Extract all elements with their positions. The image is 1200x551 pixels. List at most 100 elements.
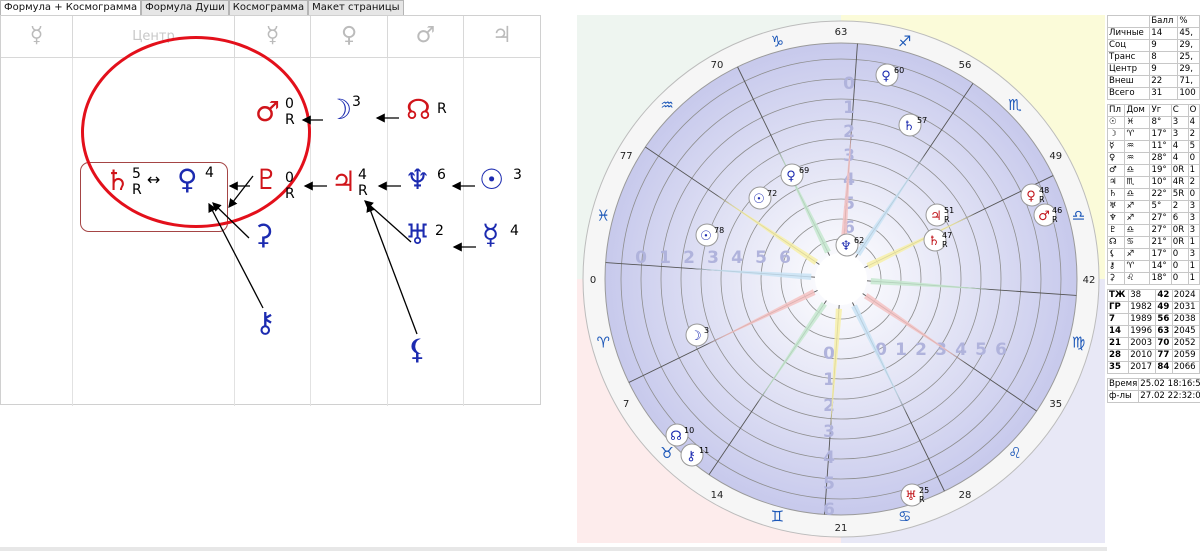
table-cell: ⚷	[1106, 260, 1126, 273]
saturn-icon[interactable]: ♄	[105, 167, 130, 195]
table-row: ГР 1982 49 2031	[1106, 301, 1200, 314]
column-header-mercury: ☿	[1, 16, 73, 58]
table-cell: 1982	[1128, 301, 1157, 314]
table-cell: 77	[1155, 349, 1173, 362]
table-row: Центр 9 29,	[1106, 63, 1200, 76]
scale-label-right: 2	[915, 340, 927, 360]
table-cell: Балл	[1149, 15, 1179, 28]
table-row: ☉ ♓ 8° 3 4	[1106, 116, 1200, 129]
table-cell: ♐	[1124, 212, 1151, 225]
zodiac-sign-icon: ♊	[771, 508, 784, 526]
table-cell: 6	[1170, 212, 1189, 225]
degree-label: 0	[590, 275, 596, 286]
zodiac-sign-icon: ♐	[898, 32, 911, 50]
tab-formula-cosmogram[interactable]: Формула + Космограмма	[0, 0, 142, 15]
table-cell: 4	[1187, 116, 1200, 129]
scale-label-down: 0	[823, 344, 835, 364]
venus-icon[interactable]: ♀	[177, 166, 198, 194]
column-header-mars: ♂	[388, 16, 464, 58]
stats-panel: Балл % Личные 14 45, Соц 9 29, Транс 8 25, Центр 9…	[1106, 15, 1200, 551]
table-cell: 22°	[1149, 188, 1172, 201]
table-cell: 0	[1170, 248, 1189, 261]
chiron-icon[interactable]: ⚷	[255, 309, 276, 337]
planet-icon: ♄	[928, 234, 940, 249]
table-cell: ТЖ	[1106, 289, 1130, 302]
table-cell: 17°	[1149, 128, 1172, 141]
table-cell: 0R	[1170, 164, 1189, 177]
status-bar	[0, 547, 1107, 551]
table-cell: 14	[1149, 27, 1179, 40]
table-row: 28 2010 77 2059	[1106, 349, 1200, 362]
table-cell: 7	[1106, 313, 1130, 326]
table-row: ☊ ♋ 21° 0R 1	[1106, 236, 1200, 249]
degree-label: 49	[1049, 151, 1062, 162]
tab-soul-formula[interactable]: Формула Души	[141, 0, 229, 15]
planets-table: Пл Дом Уг С О ☉ ♓ 8° 3 4 ☽ ♈ 17° 3 2 ☿ ♒ 11° 4 5 ♀ ♒ 28° 4…	[1106, 104, 1200, 285]
table-cell: Дом	[1124, 104, 1151, 117]
table-cell: 17°	[1149, 248, 1172, 261]
uranus-icon[interactable]: ♅	[405, 221, 430, 249]
table-cell: 10°	[1149, 176, 1172, 189]
table-cell: 49	[1155, 301, 1173, 314]
table-cell: 21	[1106, 337, 1130, 350]
table-row: ф-лы 27.02 22:32:00	[1106, 390, 1200, 403]
cosmogram-wheel[interactable]: 6356494235282114707770 ♐♏♎♍♌♋♊♉♈♓♒♑ 0000…	[577, 15, 1105, 543]
column-divider	[463, 58, 464, 406]
table-cell: 29,	[1177, 39, 1200, 52]
table-cell: 3	[1170, 116, 1189, 129]
degree-label: 56	[959, 60, 972, 71]
score-table: Балл % Личные 14 45, Соц 9 29, Транс 8 25, Центр 9…	[1106, 15, 1200, 100]
planet-degree: 72	[767, 189, 777, 198]
table-row: Транс 8 25,	[1106, 51, 1200, 64]
table-cell: 100	[1177, 87, 1200, 100]
table-cell: ♎	[1124, 224, 1151, 237]
planet-degree: 46	[1052, 206, 1062, 215]
moon-icon[interactable]: ☽	[327, 96, 352, 124]
table-row: Соц 9 29,	[1106, 39, 1200, 52]
planet-icon: ♂	[1038, 209, 1050, 224]
mars-icon[interactable]: ♂	[255, 98, 280, 126]
table-cell: ГР	[1106, 301, 1130, 314]
mars-retro: R	[285, 112, 295, 128]
table-cell: 1989	[1128, 313, 1157, 326]
jupiter-retro: R	[358, 183, 368, 199]
column-divider	[310, 58, 311, 406]
degree-label: 28	[959, 490, 972, 501]
table-cell: 1	[1187, 236, 1200, 249]
formula-panel: ☿ Центр ☿ ♀ ♂ ♃ ♂ 0 R ☽ 3 ☊ R ♄ 5 R ↔ ♀ …	[0, 15, 541, 406]
ceres-icon[interactable]: ⚳	[253, 221, 274, 249]
scale-label-up: 0	[843, 74, 855, 94]
table-cell: ♃	[1106, 176, 1126, 189]
mercury-icon[interactable]: ☿	[482, 221, 499, 249]
planet-degree: 25	[919, 486, 929, 495]
table-header-row: Пл Дом Уг С О	[1106, 104, 1200, 117]
tab-bar: Формула + Космограмма Формула Души Космо…	[0, 0, 404, 15]
neptune-score: 6	[437, 167, 446, 183]
table-cell: ♂	[1106, 164, 1126, 177]
table-cell: 42	[1155, 289, 1173, 302]
table-row: 21 2003 70 2052	[1106, 337, 1200, 350]
north-node-icon[interactable]: ☊	[406, 96, 431, 124]
planet-icon: ☊	[670, 429, 682, 444]
table-row: 35 2017 84 2066	[1106, 361, 1200, 374]
planet-degree: 62	[854, 236, 864, 245]
table-cell: 2066	[1171, 361, 1200, 374]
highlight-circle	[81, 36, 311, 228]
lilith-icon[interactable]: ⚸	[407, 336, 428, 364]
pluto-icon[interactable]: ♇	[254, 166, 279, 194]
tab-page-layout[interactable]: Макет страницы	[308, 0, 404, 15]
tab-cosmogram[interactable]: Космограмма	[228, 0, 309, 15]
table-cell: 2	[1170, 200, 1189, 213]
table-cell: 3	[1187, 200, 1200, 213]
neptune-icon[interactable]: ♆	[405, 166, 430, 194]
table-row: Личные 14 45,	[1106, 27, 1200, 40]
jupiter-icon[interactable]: ♃	[331, 168, 356, 196]
table-row: ♀ ♒ 28° 4 0	[1106, 152, 1200, 165]
planet-degree: 11	[699, 446, 709, 455]
sun-icon[interactable]: ☉	[479, 166, 504, 194]
zodiac-sign-icon: ♎	[1072, 206, 1085, 224]
jupiter-score: 4	[358, 167, 367, 183]
table-cell: %	[1177, 15, 1200, 28]
scale-label-right: 5	[975, 340, 987, 360]
table-cell: 14	[1106, 325, 1130, 338]
